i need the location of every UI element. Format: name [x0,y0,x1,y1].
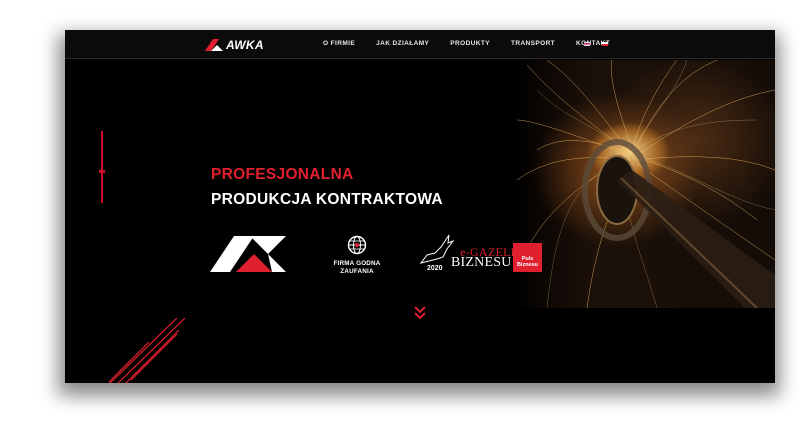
nav-item-jak-dzialamy[interactable]: JAK DZIAŁAMY [376,40,429,47]
language-switcher [584,42,608,46]
badge-gazele-biznesu: 2020 e-GAZELE BIZNESU Puls Biznesu [417,233,547,279]
side-accent-line [101,131,103,203]
gazele-year: 2020 [427,265,443,272]
double-chevron-down-icon[interactable] [414,306,426,325]
badge-firma-godna-zaufania: FIRMA GODNA ZAUFANIA [327,235,387,276]
puls-biznesu-logo: Puls Biznesu [513,243,542,272]
flag-en-icon[interactable] [584,42,590,46]
logo-mark-icon [205,39,223,51]
gazele-title-bottom: BIZNESU [451,255,512,270]
hero-headline-white: PRODUKCJA KONTRAKTOWA [211,191,443,208]
website-screen: AWKA O FIRMIE JAK DZIAŁAMY PRODUKTY TRAN… [65,30,775,383]
firma-line-1: FIRMA GODNA [333,260,381,267]
puls-line-2: Biznesu [516,262,539,268]
decorative-diagonal-lines [105,317,195,383]
hero-headline-red: PROFESJONALNA [211,166,354,183]
site-logo[interactable]: AWKA [205,38,264,52]
sparks-graphic [516,59,775,310]
nav-item-o-firmie[interactable]: O FIRMIE [323,40,355,47]
top-navigation-bar: AWKA O FIRMIE JAK DZIAŁAMY PRODUKTY TRAN… [65,30,775,59]
firma-line-2: ZAUFANIA [340,268,374,275]
globe-icon [347,235,367,255]
flag-pl-icon[interactable] [602,42,608,46]
brand-k-logo [210,236,286,277]
nav-item-transport[interactable]: TRANSPORT [511,40,555,47]
logo-text: AWKA [226,38,264,52]
hero-sparks-image [516,59,775,310]
side-accent-marker [99,170,105,173]
nav-item-produkty[interactable]: PRODUKTY [450,40,490,47]
